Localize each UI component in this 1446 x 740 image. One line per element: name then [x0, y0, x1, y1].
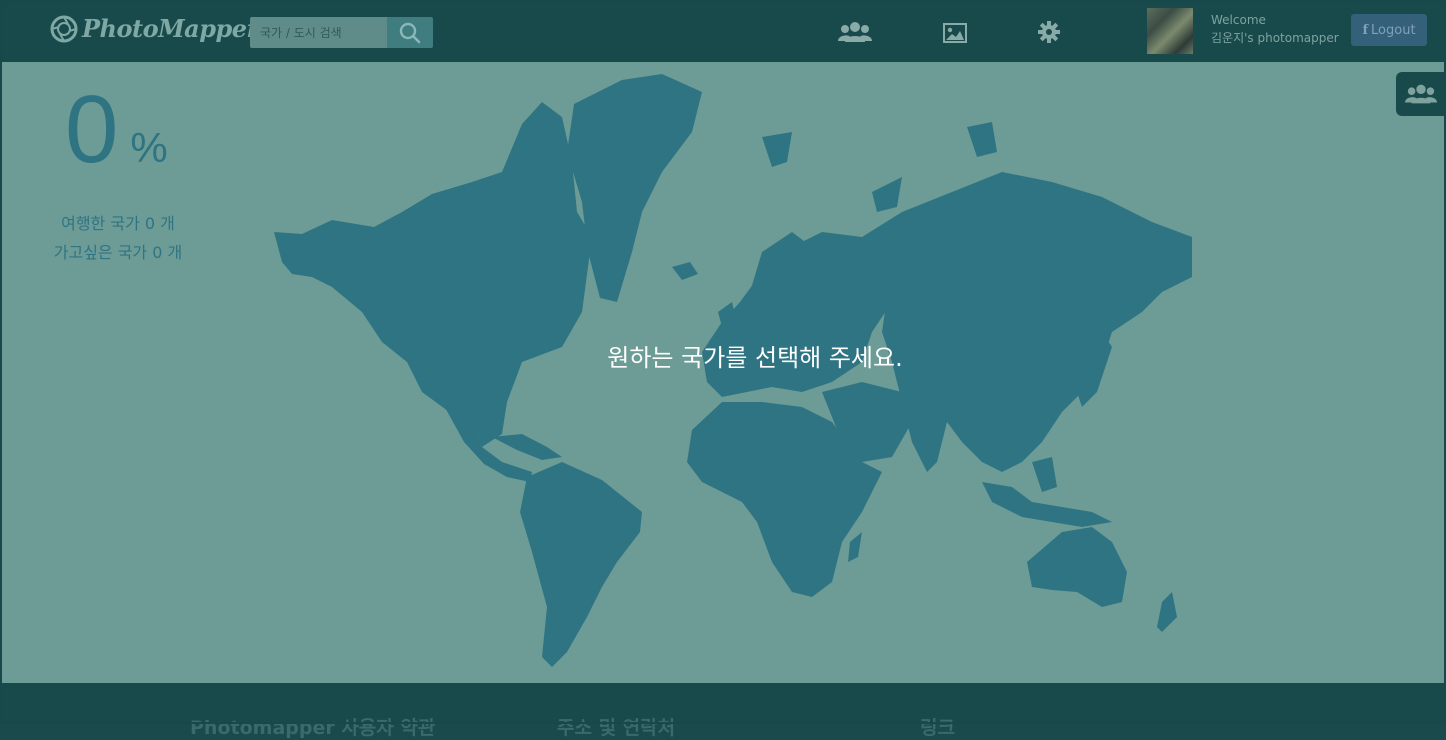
- footer-terms-heading[interactable]: Photomapper 사용자 약관: [190, 713, 435, 740]
- users-icon: [1405, 84, 1437, 104]
- search-bar: [250, 17, 433, 48]
- top-navbar: PhotoMapper 국가 / 도시 검색 Welcome 김운지's pho…: [0, 0, 1446, 63]
- image-icon[interactable]: [943, 23, 967, 43]
- australia-land: [1027, 527, 1127, 607]
- logout-label: Logout: [1371, 22, 1416, 38]
- footer-links-heading[interactable]: 링크: [920, 713, 955, 740]
- aperture-logo-icon: [50, 15, 78, 42]
- footer: Photomapper 사용자 약관 주소 및 연락처 링크: [0, 683, 1446, 739]
- facebook-icon: f: [1362, 22, 1369, 38]
- search-input[interactable]: [250, 17, 387, 48]
- search-button[interactable]: [387, 17, 433, 48]
- avatar[interactable]: [1147, 8, 1193, 54]
- footer-contact-heading[interactable]: 주소 및 연락처: [557, 713, 675, 740]
- map-overlay-area: 0 % 여행한 국가 0 개 가고싶은 국가 0 개 원하는 국가를 선택해 주…: [2, 62, 1444, 683]
- percent-sign: %: [130, 124, 168, 171]
- friends-side-tab[interactable]: [1396, 72, 1446, 116]
- welcome-label: Welcome: [1211, 13, 1266, 27]
- caribbean-land: [492, 434, 562, 460]
- select-country-prompt: 원하는 국가를 선택해 주세요.: [607, 344, 903, 372]
- asia-land: [862, 172, 1192, 472]
- madagascar-land: [848, 532, 862, 562]
- users-icon[interactable]: [838, 21, 872, 43]
- iceland-land: [672, 262, 698, 280]
- username-link[interactable]: 김운지's photomapper: [1211, 29, 1339, 47]
- logo[interactable]: PhotoMapper: [50, 14, 259, 43]
- travel-stats: 여행한 국가 0 개 가고싶은 국가 0 개: [48, 209, 188, 267]
- logout-button[interactable]: f Logout: [1351, 14, 1427, 46]
- gear-icon[interactable]: [1038, 21, 1060, 43]
- welcome-block: Welcome 김운지's photomapper: [1211, 11, 1339, 47]
- visited-count: 여행한 국가 0 개: [61, 214, 175, 233]
- new-zealand-land: [1157, 592, 1177, 632]
- travel-percentage: 0 %: [65, 82, 168, 178]
- south-america-land: [520, 462, 642, 667]
- search-icon: [399, 22, 421, 43]
- north-america-land: [274, 102, 592, 447]
- wishlist-count: 가고싶은 국가 0 개: [53, 243, 183, 262]
- percent-value: 0: [65, 76, 119, 183]
- logo-text: PhotoMapper: [82, 14, 259, 43]
